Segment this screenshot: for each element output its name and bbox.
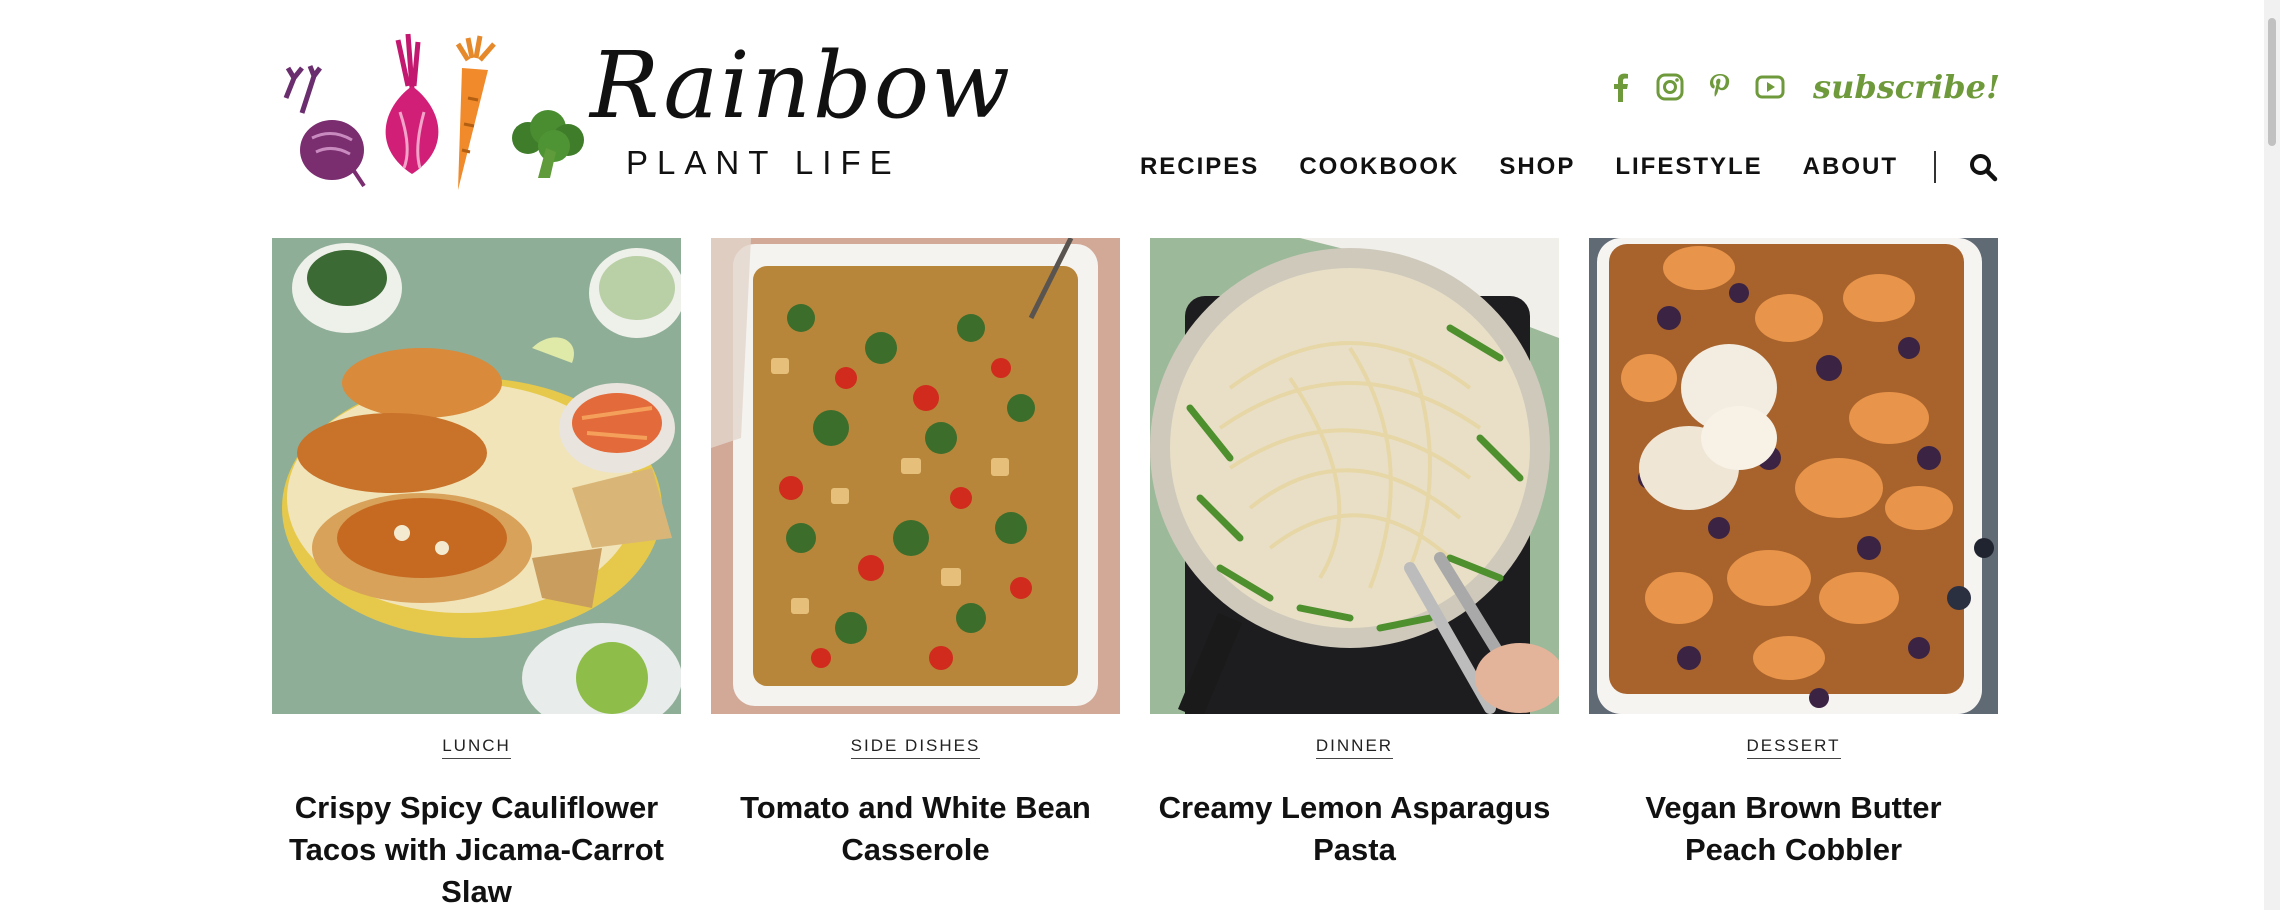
recipe-image[interactable] — [272, 238, 681, 714]
recipe-image[interactable] — [711, 238, 1120, 714]
pinterest-icon[interactable] — [1703, 70, 1737, 104]
nav-lifestyle[interactable]: LIFESTYLE — [1615, 153, 1762, 181]
recipe-category[interactable]: SIDE DISHES — [850, 736, 981, 759]
instagram-icon[interactable] — [1653, 70, 1687, 104]
recipe-category[interactable]: LUNCH — [442, 736, 511, 759]
recipe-title[interactable]: Tomato and White Bean Casserole — [711, 787, 1120, 871]
recipe-card[interactable]: DINNER Creamy Lemon Asparagus Pasta — [1150, 238, 1559, 910]
logo-script-text: Rainbow — [590, 32, 1012, 139]
social-links: subscribe! — [1603, 68, 2000, 106]
site-header: Rainbow PLANT LIFE subscribe! RECIPES CO… — [272, 28, 2000, 198]
recipe-category[interactable]: DESSERT — [1746, 736, 1841, 759]
nav-recipes[interactable]: RECIPES — [1140, 153, 1259, 181]
recipe-card[interactable]: SIDE DISHES Tomato and White Bean Casser… — [711, 238, 1120, 910]
recipe-title[interactable]: Creamy Lemon Asparagus Pasta — [1150, 787, 1559, 871]
nav-cookbook[interactable]: COOKBOOK — [1299, 153, 1459, 181]
recipe-category[interactable]: DINNER — [1315, 736, 1394, 759]
scrollbar-thumb[interactable] — [2268, 18, 2276, 146]
recipe-title[interactable]: Crispy Spicy Cauliflower Tacos with Jica… — [272, 787, 681, 910]
nav-divider — [1934, 151, 1936, 183]
nav-about[interactable]: ABOUT — [1803, 153, 1898, 181]
recipe-card[interactable]: LUNCH Crispy Spicy Cauliflower Tacos wit… — [272, 238, 681, 910]
main-nav: RECIPES COOKBOOK SHOP LIFESTYLE ABOUT — [1100, 150, 2000, 184]
recipe-card[interactable]: DESSERT Vegan Brown Butter Peach Cobbler — [1589, 238, 1998, 910]
recipe-grid: LUNCH Crispy Spicy Cauliflower Tacos wit… — [272, 238, 1998, 910]
logo-subtitle: PLANT LIFE — [626, 144, 901, 181]
nav-shop[interactable]: SHOP — [1499, 153, 1575, 181]
site-logo[interactable]: Rainbow PLANT LIFE — [272, 28, 1010, 198]
vegetables-illustration — [283, 33, 584, 190]
subscribe-link[interactable]: subscribe! — [1813, 68, 2000, 106]
recipe-image[interactable] — [1589, 238, 1998, 714]
facebook-icon[interactable] — [1603, 70, 1637, 104]
search-icon[interactable] — [1966, 150, 2000, 184]
recipe-title[interactable]: Vegan Brown Butter Peach Cobbler — [1589, 787, 1998, 871]
page-scrollbar[interactable] — [2264, 0, 2280, 910]
youtube-icon[interactable] — [1753, 70, 1787, 104]
recipe-image[interactable] — [1150, 238, 1559, 714]
